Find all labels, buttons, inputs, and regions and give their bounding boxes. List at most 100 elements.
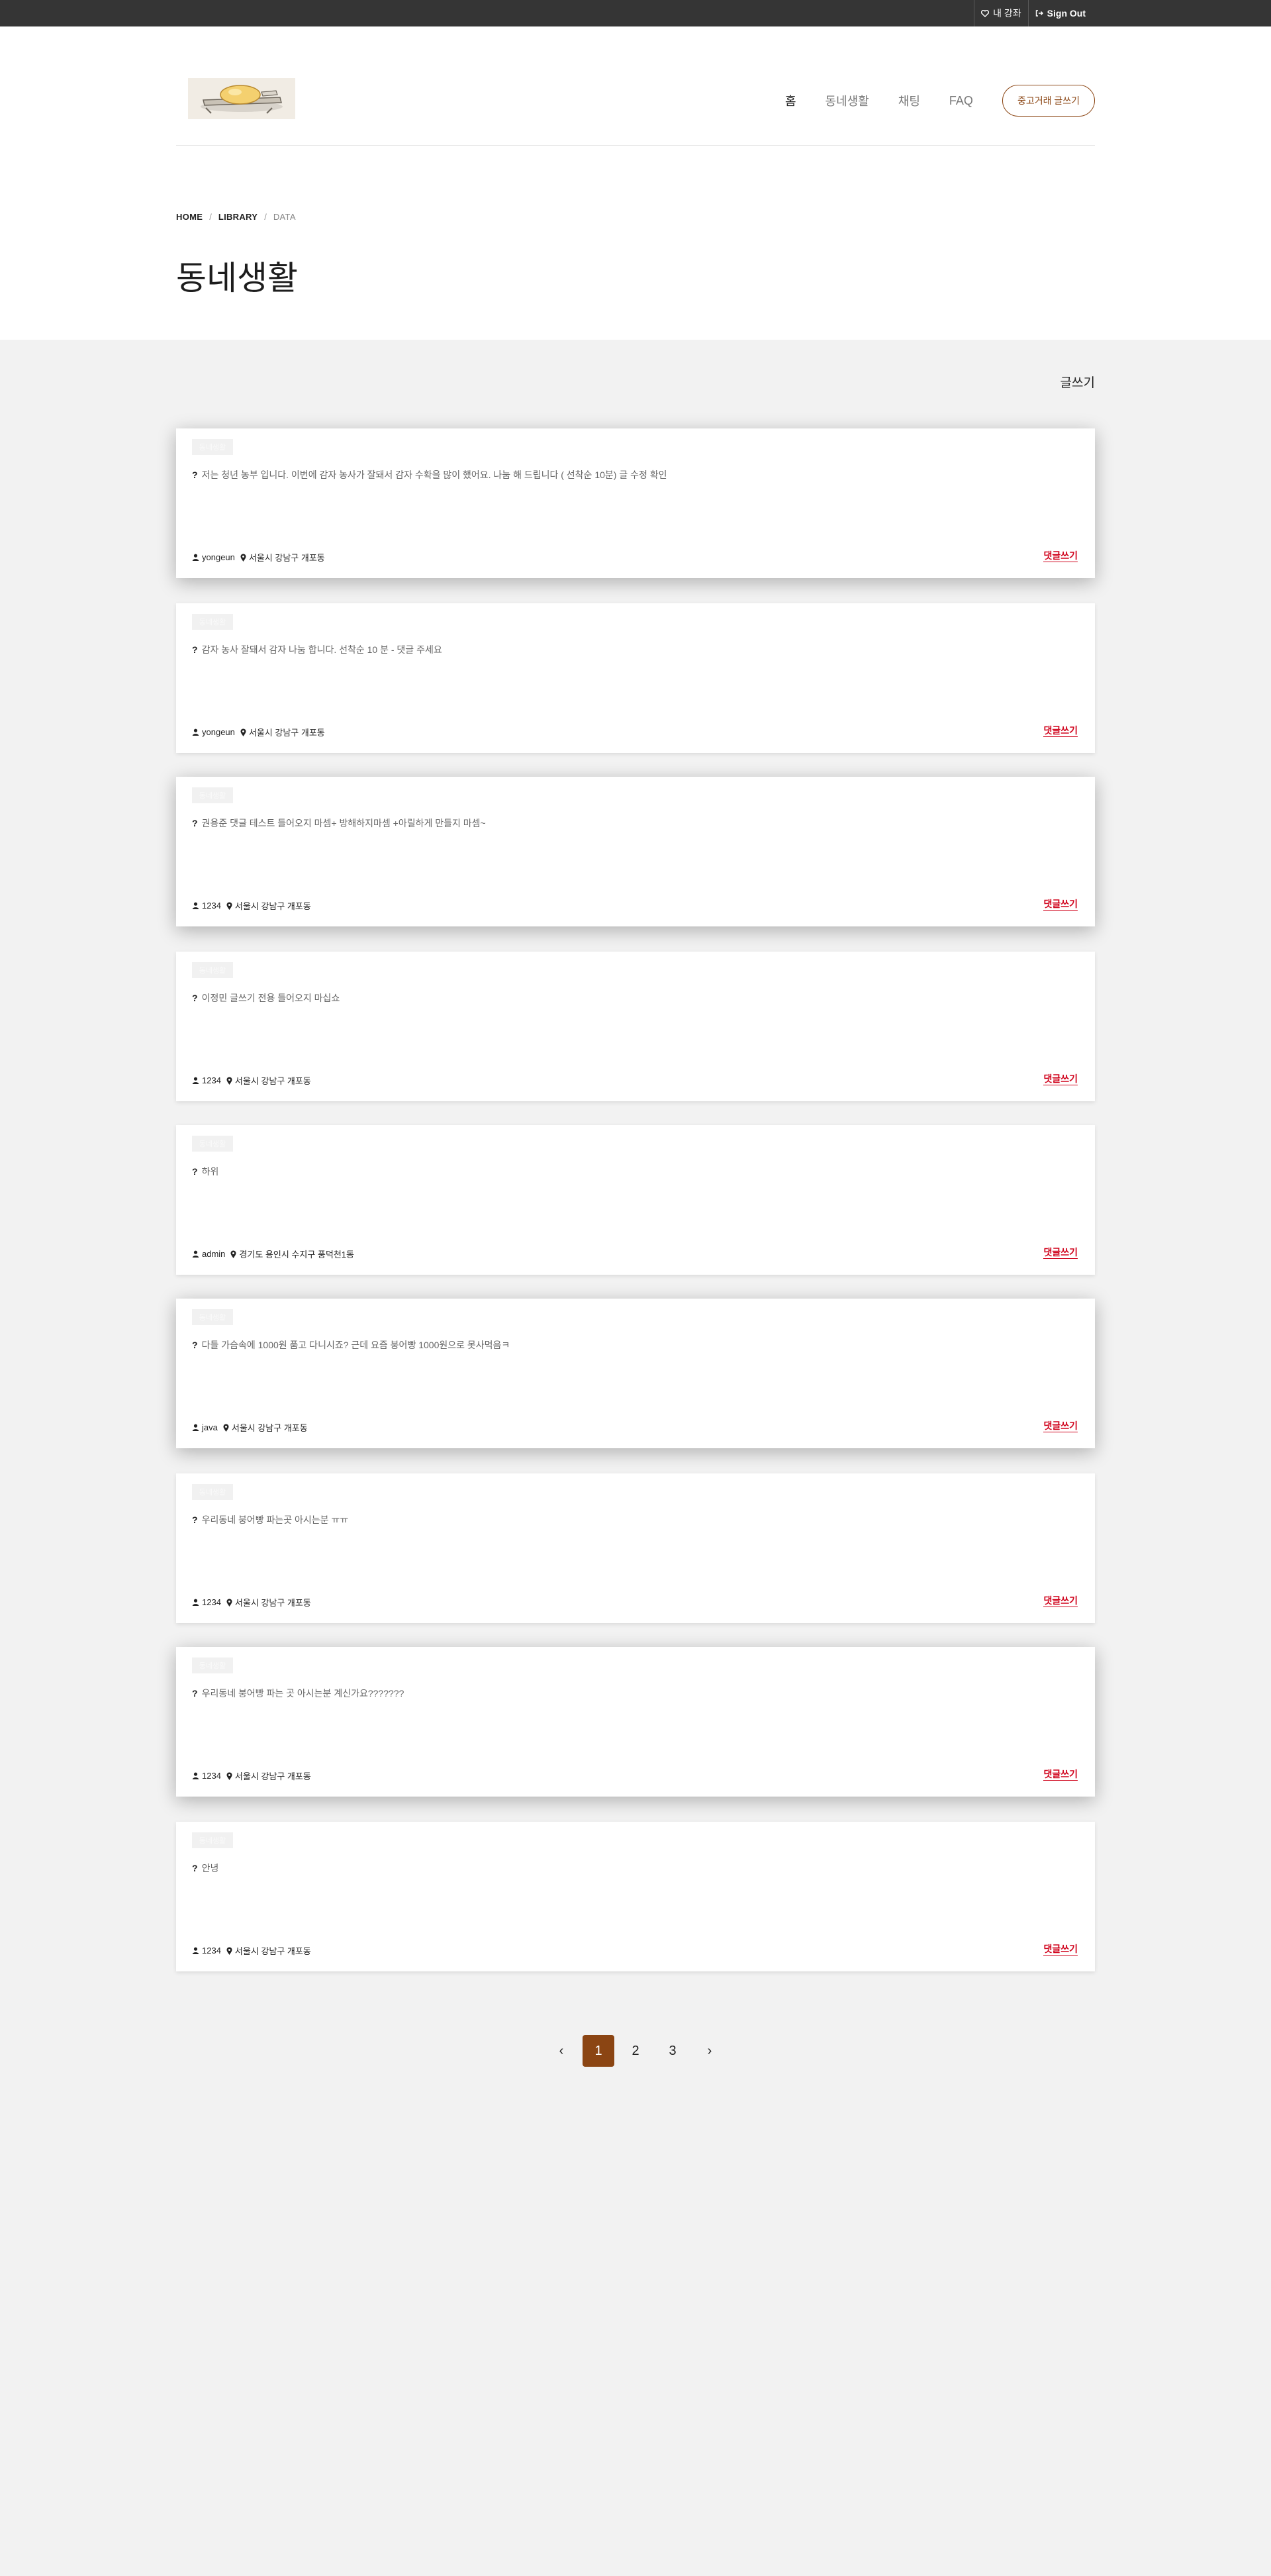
post-content[interactable]: ? 저는 청년 농부 입니다. 이번에 감자 농사가 잘돼서 감자 수확을 많이 … (192, 468, 667, 481)
map-marker-icon (240, 728, 246, 736)
post-author-name: 1234 (202, 901, 221, 911)
user-icon (192, 1077, 199, 1084)
post-content[interactable]: ? 다들 가슴속에 1000원 품고 다니시죠? 근데 요즘 붕어빵 1000원으… (192, 1338, 510, 1352)
post-category-badge: 동네생활 (192, 439, 233, 455)
pagination-page-1[interactable]: 1 (583, 2035, 614, 2067)
my-lecture-link[interactable]: 내 강좌 (974, 0, 1028, 26)
main-nav: 홈 동네생활 채팅 FAQ 중고거래 글쓰기 (785, 85, 1095, 117)
user-icon (192, 1772, 199, 1779)
breadcrumb-home[interactable]: HOME (176, 212, 203, 222)
post-card[interactable]: 동네생활? 다들 가슴속에 1000원 품고 다니시죠? 근데 요즘 붕어빵 10… (176, 1299, 1095, 1448)
sign-out-link[interactable]: Sign Out (1027, 0, 1092, 26)
page-header: 홈 동네생활 채팅 FAQ 중고거래 글쓰기 HOME / LIBRARY / … (0, 26, 1271, 340)
post-card[interactable]: 동네생활? 저는 청년 농부 입니다. 이번에 감자 농사가 잘돼서 감자 수확을… (176, 428, 1095, 578)
sign-out-label: Sign Out (1047, 8, 1086, 19)
post-author: 1234 (192, 1075, 221, 1085)
post-content[interactable]: ? 하위 (192, 1165, 218, 1178)
post-card[interactable]: 동네생활 ? 하위 admin 경기도 용인시 수지구 풍덕천1동 댓글쓰기 (176, 1125, 1095, 1275)
question-icon: ? (192, 644, 198, 655)
post-location-text: 경기도 용인시 수지구 풍덕천1동 (239, 1250, 354, 1260)
post-card[interactable]: 동네생활? 우리동네 붕어빵 파는 곳 아시는분 계신가요??????? 1234 서… (176, 1647, 1095, 1797)
user-icon (192, 554, 199, 561)
write-comment-button[interactable]: 댓글쓰기 (1043, 550, 1078, 562)
post-meta: yongeun 서울시 강남구 개포동 (192, 726, 325, 738)
map-marker-icon (226, 1599, 232, 1607)
pagination-page-2[interactable]: 2 (620, 2035, 651, 2067)
post-card[interactable]: 동네생활? 권용준 댓글 테스트 들어오지 마셈+ 방해하지마셈 +아릴하게 만들… (176, 777, 1095, 926)
question-icon: ? (192, 470, 198, 480)
post-author-name: 1234 (202, 1075, 221, 1085)
question-icon: ? (192, 1514, 198, 1525)
question-icon: ? (192, 1340, 198, 1350)
top-bar: 내 강좌 Sign Out (0, 0, 1271, 26)
post-author: 1234 (192, 1771, 221, 1781)
post-meta: 1234 서울시 강남구 개포동 (192, 1596, 311, 1609)
write-comment-button[interactable]: 댓글쓰기 (1043, 1420, 1078, 1432)
post-category-badge: 동네생활 (192, 1136, 233, 1152)
write-comment-button[interactable]: 댓글쓰기 (1043, 1246, 1078, 1259)
nav-faq[interactable]: FAQ (949, 94, 973, 108)
write-comment-button[interactable]: 댓글쓰기 (1043, 1768, 1078, 1781)
pagination: ‹ 1 2 3 › (0, 2035, 1271, 2067)
post-card[interactable]: 동네생활? 안녕 1234 서울시 강남구 개포동 댓글쓰기 (176, 1822, 1095, 1971)
user-icon (192, 1599, 199, 1606)
post-content[interactable]: ? 우리동네 붕어빵 파는 곳 아시는분 계신가요??????? (192, 1687, 404, 1700)
post-card[interactable]: 동네생활? 감자 농사 잘돼서 감자 나눔 합니다. 선착순 10 분 - 댓글 … (176, 603, 1095, 753)
write-comment-button[interactable]: 댓글쓰기 (1043, 898, 1078, 911)
post-author: 1234 (192, 1946, 221, 1956)
post-meta: admin 경기도 용인시 수지구 풍덕천1동 (192, 1248, 354, 1260)
question-icon: ? (192, 1166, 198, 1177)
post-location-text: 서울시 강남구 개포동 (234, 1771, 311, 1781)
write-comment-button[interactable]: 댓글쓰기 (1043, 724, 1078, 737)
user-icon (192, 1424, 199, 1431)
post-content[interactable]: ? 안녕 (192, 1861, 218, 1875)
question-icon: ? (192, 1863, 198, 1873)
post-content[interactable]: ? 감자 농사 잘돼서 감자 나눔 합니다. 선착순 10 분 - 댓글 주세요 (192, 643, 442, 656)
post-category-badge: 동네생활 (192, 1484, 233, 1500)
post-text: 저는 청년 농부 입니다. 이번에 감자 농사가 잘돼서 감자 수확을 많이 했… (201, 470, 667, 480)
write-post-link[interactable]: 글쓰기 (1060, 373, 1095, 391)
post-author: java (192, 1422, 218, 1432)
map-marker-icon (226, 1077, 232, 1085)
post-content[interactable]: ? 이정민 글쓰기 전용 들어오지 마십쇼 (192, 991, 340, 1005)
post-location-text: 서울시 강남구 개포동 (234, 1946, 311, 1956)
used-trade-write-button[interactable]: 중고거래 글쓰기 (1002, 85, 1095, 117)
post-category-badge: 동네생활 (192, 962, 233, 978)
post-meta: yongeun 서울시 강남구 개포동 (192, 551, 325, 564)
heart-icon (981, 9, 990, 17)
post-author-name: admin (202, 1249, 226, 1259)
breadcrumb-library[interactable]: LIBRARY (218, 212, 258, 222)
post-location: 서울시 강남구 개포동 (226, 1944, 311, 1957)
site-logo[interactable] (188, 78, 295, 119)
post-text: 감자 농사 잘돼서 감자 나눔 합니다. 선착순 10 분 - 댓글 주세요 (201, 644, 442, 655)
map-marker-icon (230, 1250, 236, 1258)
post-author: admin (192, 1249, 225, 1259)
nav-chat[interactable]: 채팅 (898, 92, 920, 109)
sign-out-icon (1035, 9, 1043, 17)
breadcrumb-separator: / (264, 212, 267, 222)
post-location: 서울시 강남구 개포동 (226, 1769, 311, 1782)
post-content[interactable]: ? 우리동네 붕어빵 파는곳 아시는분 ㅠㅠ (192, 1513, 348, 1526)
post-content[interactable]: ? 권용준 댓글 테스트 들어오지 마셈+ 방해하지마셈 +아릴하게 만들지 마셈… (192, 817, 486, 830)
post-author: 1234 (192, 901, 221, 911)
post-author-name: 1234 (202, 1597, 221, 1607)
post-card[interactable]: 동네생활 ? 우리동네 붕어빵 파는곳 아시는분 ㅠㅠ 1234 서울시 강남구 개포동… (176, 1473, 1095, 1623)
post-card[interactable]: 동네생활 ? 이정민 글쓰기 전용 들어오지 마십쇼 1234 서울시 강남구 개포동 댓… (176, 952, 1095, 1101)
map-marker-icon (226, 1947, 232, 1955)
write-comment-button[interactable]: 댓글쓰기 (1043, 1943, 1078, 1956)
pagination-page-3[interactable]: 3 (657, 2035, 688, 2067)
write-comment-button[interactable]: 댓글쓰기 (1043, 1073, 1078, 1085)
pagination-next[interactable]: › (694, 2035, 726, 2067)
post-location-text: 서울시 강남구 개포동 (234, 1598, 311, 1608)
map-marker-icon (240, 554, 246, 562)
nav-neighborhood[interactable]: 동네생활 (825, 92, 869, 109)
user-icon (192, 728, 199, 736)
pagination-prev[interactable]: ‹ (545, 2035, 577, 2067)
post-author: yongeun (192, 552, 235, 562)
post-location: 서울시 강남구 개포동 (223, 1421, 308, 1434)
post-meta: 1234 서울시 강남구 개포동 (192, 899, 311, 912)
question-icon: ? (192, 818, 198, 828)
write-comment-button[interactable]: 댓글쓰기 (1043, 1595, 1078, 1607)
post-location: 서울시 강남구 개포동 (226, 1074, 311, 1087)
nav-home[interactable]: 홈 (785, 92, 796, 109)
